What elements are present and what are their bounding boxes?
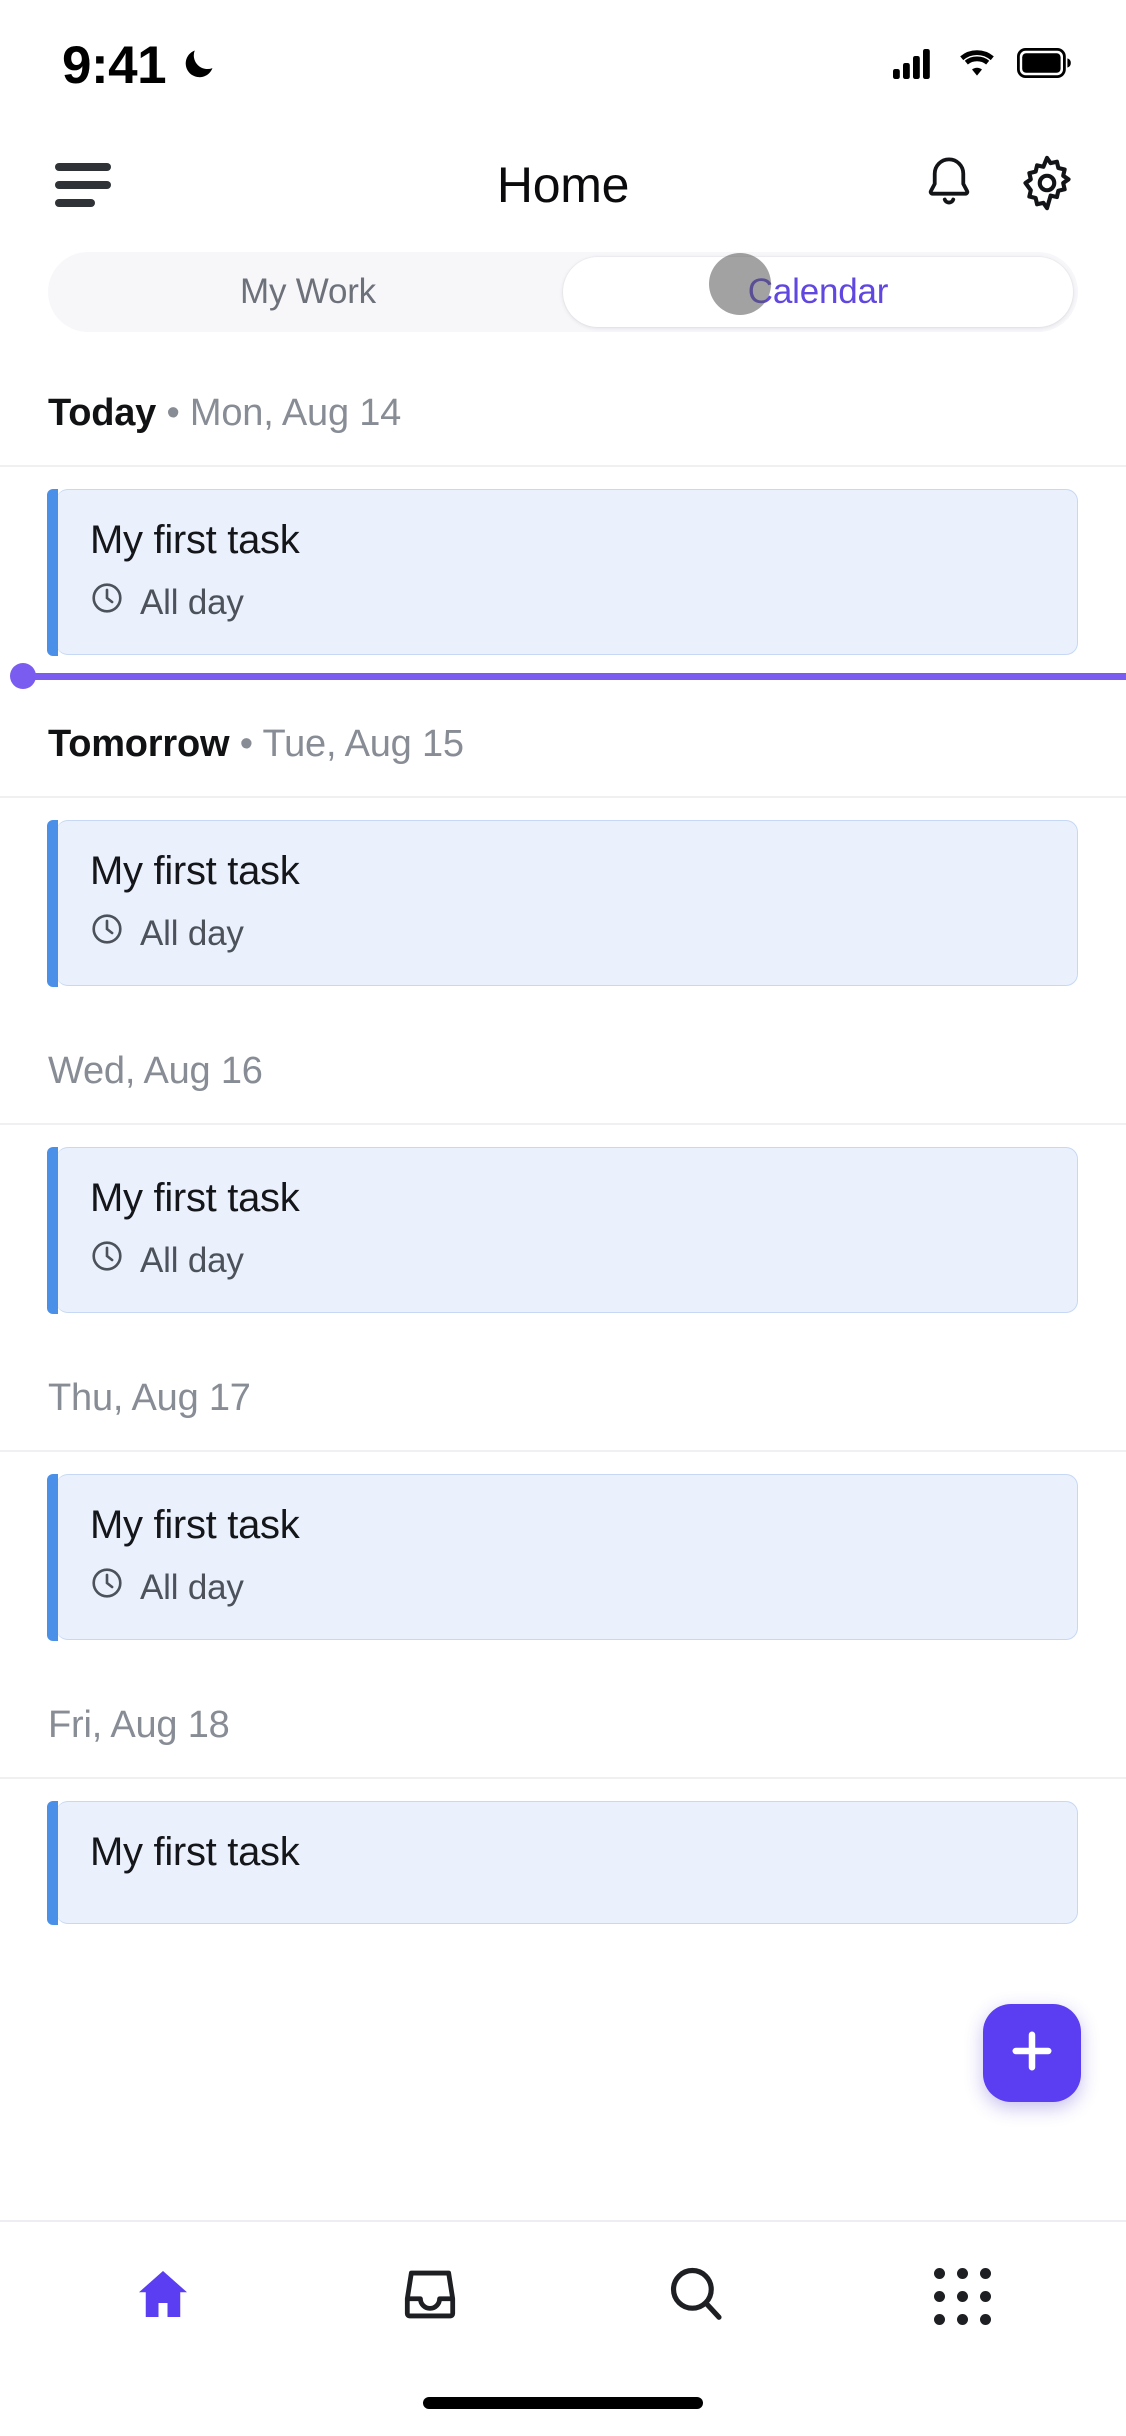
task-meta: All day <box>90 1239 1043 1282</box>
battery-full-icon <box>1016 47 1071 83</box>
tab-switcher: My Work Calendar <box>0 240 1126 350</box>
hamburger-line <box>55 181 111 189</box>
hamburger-line <box>55 163 111 171</box>
plus-icon <box>1006 2025 1058 2082</box>
grid-dot <box>980 2313 992 2325</box>
grid-dot <box>957 2267 969 2279</box>
day-date: Mon, Aug 14 <box>189 392 402 434</box>
add-button[interactable] <box>983 2004 1081 2102</box>
day-separator: • <box>166 392 180 434</box>
bottom-navigation <box>0 2220 1126 2370</box>
app-header: Home <box>0 130 1126 240</box>
current-time-indicator <box>0 663 1126 689</box>
status-time: 9:41 <box>62 35 167 95</box>
app-screen: 9:41 Home My Work Calendar Today • Mon, … <box>0 0 1126 2436</box>
day-label: Today <box>48 392 157 434</box>
grid-dot <box>980 2267 992 2279</box>
crescent-moon-icon <box>180 44 218 87</box>
inbox-tray-icon <box>399 2265 461 2328</box>
home-icon <box>132 2264 194 2329</box>
status-bar: 9:41 <box>0 0 1126 130</box>
task-time: All day <box>140 1567 244 1607</box>
task-title: My first task <box>90 1830 300 1874</box>
header-actions <box>922 154 1076 217</box>
clock-icon <box>90 1566 124 1609</box>
task-row: My first task All day <box>0 798 1126 1008</box>
grid-dot <box>957 2290 969 2302</box>
task-time: All day <box>140 582 244 622</box>
task-card[interactable]: My first task All day <box>47 488 1078 656</box>
task-meta: All day <box>90 912 1043 955</box>
nav-item-apps[interactable] <box>903 2241 1023 2351</box>
status-bar-left: 9:41 <box>62 39 218 92</box>
task-row: My first task All day <box>0 467 1126 677</box>
clock-icon <box>90 912 124 955</box>
apps-grid-icon <box>934 2267 992 2325</box>
home-indicator-area <box>0 2370 1126 2436</box>
calendar-agenda-list[interactable]: Today • Mon, Aug 14 My first task All da… <box>0 350 1126 2220</box>
grid-dot <box>934 2267 946 2279</box>
day-header-tomorrow: Tomorrow • Tue, Aug 15 <box>0 681 1126 798</box>
grid-dot <box>934 2313 946 2325</box>
home-indicator[interactable] <box>423 2397 703 2409</box>
tab-my-work[interactable]: My Work <box>53 257 563 327</box>
segmented-control: My Work Calendar <box>48 252 1078 332</box>
clock-icon <box>90 1239 124 1282</box>
day-separator: • <box>239 723 253 765</box>
day-header-fri: Fri, Aug 18 <box>0 1662 1126 1779</box>
grid-dot <box>934 2290 946 2302</box>
gear-icon[interactable] <box>1018 154 1076 217</box>
grid-dot <box>980 2290 992 2302</box>
bell-icon[interactable] <box>922 154 976 217</box>
day-date: Wed, Aug 16 <box>48 1050 263 1092</box>
task-row: My first task All day <box>0 1452 1126 1662</box>
hamburger-menu-icon[interactable] <box>55 163 111 207</box>
task-title: My first task <box>90 1503 300 1547</box>
task-card[interactable]: My first task <box>47 1800 1078 1925</box>
task-row: My first task <box>0 1779 1126 1946</box>
task-card[interactable]: My first task All day <box>47 819 1078 987</box>
task-title: My first task <box>90 849 300 893</box>
nav-item-search[interactable] <box>636 2241 756 2351</box>
day-header-wed: Wed, Aug 16 <box>0 1008 1126 1125</box>
cellular-signal-icon <box>893 47 937 84</box>
task-row: My first task All day <box>0 1125 1126 1335</box>
day-header-thu: Thu, Aug 17 <box>0 1335 1126 1452</box>
status-bar-right <box>893 47 1071 84</box>
task-meta: All day <box>90 581 1043 624</box>
day-label: Tomorrow <box>48 723 230 765</box>
task-card[interactable]: My first task All day <box>47 1146 1078 1314</box>
nav-item-inbox[interactable] <box>370 2241 490 2351</box>
clock-icon <box>90 581 124 624</box>
task-title: My first task <box>90 1176 300 1220</box>
wifi-icon <box>956 47 998 84</box>
search-icon <box>665 2263 727 2330</box>
day-header-today: Today • Mon, Aug 14 <box>0 350 1126 467</box>
nav-item-home[interactable] <box>103 2241 223 2351</box>
day-date: Tue, Aug 15 <box>262 723 465 765</box>
current-time-bar <box>33 672 1126 680</box>
day-date: Fri, Aug 18 <box>48 1704 230 1746</box>
day-date: Thu, Aug 17 <box>48 1377 251 1419</box>
task-time: All day <box>140 913 244 953</box>
grid-dot <box>957 2313 969 2325</box>
hamburger-line <box>55 199 95 207</box>
tab-calendar[interactable]: Calendar <box>563 257 1073 327</box>
task-title: My first task <box>90 518 300 562</box>
task-time: All day <box>140 1240 244 1280</box>
task-meta: All day <box>90 1566 1043 1609</box>
task-card[interactable]: My first task All day <box>47 1473 1078 1641</box>
